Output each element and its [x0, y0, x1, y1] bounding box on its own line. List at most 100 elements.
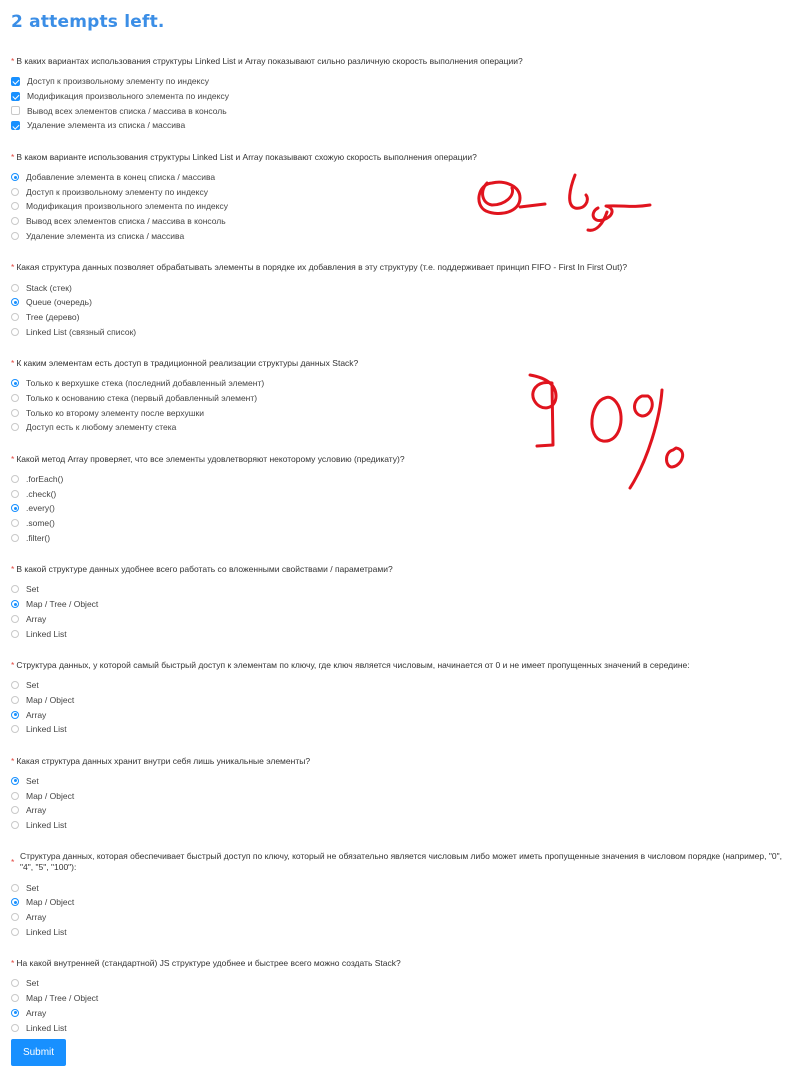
radio-button[interactable] — [11, 725, 19, 734]
checkbox[interactable] — [11, 91, 20, 101]
option-label: Вывод всех элементов списка / массива в … — [26, 216, 226, 227]
radio-button[interactable] — [11, 408, 19, 417]
radio-button[interactable] — [11, 231, 19, 240]
radio-option[interactable]: Array — [11, 910, 787, 925]
radio-option[interactable]: .filter() — [11, 530, 787, 545]
radio-button[interactable] — [11, 883, 19, 892]
radio-option[interactable]: Set — [11, 678, 787, 693]
question-text: Какая структура данных позволяет обрабат… — [16, 262, 628, 273]
radio-button[interactable] — [11, 791, 19, 800]
radio-option[interactable]: Доступ к произвольному элементу по индек… — [11, 184, 787, 199]
radio-option[interactable]: Только ко второму элементу после верхушк… — [11, 405, 787, 420]
option-label: Только к основанию стека (первый добавле… — [26, 392, 258, 403]
radio-option[interactable]: Array — [11, 1006, 787, 1021]
radio-option[interactable]: .every() — [11, 501, 787, 516]
radio-button[interactable] — [11, 475, 19, 484]
radio-option[interactable]: Только к верхушке стека (последний добав… — [11, 376, 787, 391]
checkbox[interactable] — [11, 120, 20, 130]
radio-button[interactable] — [11, 217, 19, 226]
radio-option[interactable]: Linked List — [11, 626, 787, 641]
radio-button[interactable] — [11, 283, 19, 292]
radio-button[interactable] — [11, 504, 19, 513]
radio-button[interactable] — [11, 979, 19, 988]
radio-button[interactable] — [11, 1008, 19, 1017]
radio-option[interactable]: Доступ есть к любому элементу стека — [11, 420, 787, 435]
radio-option[interactable]: Map / Object — [11, 895, 787, 910]
radio-button[interactable] — [11, 489, 19, 498]
option-label: Map / Tree / Object — [26, 993, 99, 1004]
radio-button[interactable] — [11, 533, 19, 542]
radio-button[interactable] — [11, 585, 19, 594]
radio-button[interactable] — [11, 202, 19, 211]
radio-option[interactable]: Map / Tree / Object — [11, 597, 787, 612]
option-label: Tree (дерево) — [26, 311, 80, 322]
radio-button[interactable] — [11, 994, 19, 1003]
radio-button[interactable] — [11, 927, 19, 936]
radio-option[interactable]: .forEach() — [11, 472, 787, 487]
radio-button[interactable] — [11, 173, 19, 182]
radio-button[interactable] — [11, 600, 19, 609]
radio-button[interactable] — [11, 187, 19, 196]
radio-option[interactable]: Array — [11, 707, 787, 722]
radio-option[interactable]: Map / Tree / Object — [11, 991, 787, 1006]
radio-option[interactable]: Array — [11, 612, 787, 627]
submit-button[interactable]: Submit — [11, 1039, 66, 1066]
radio-button[interactable] — [11, 913, 19, 922]
radio-option[interactable]: Модификация произвольного элемента по ин… — [11, 199, 787, 214]
radio-button[interactable] — [11, 681, 19, 690]
radio-option[interactable]: Queue (очередь) — [11, 295, 787, 310]
radio-button[interactable] — [11, 898, 19, 907]
checkbox-option[interactable]: Модификация произвольного элемента по ин… — [11, 89, 787, 104]
radio-button[interactable] — [11, 327, 19, 336]
radio-button[interactable] — [11, 821, 19, 830]
radio-option[interactable]: Удаление элемента из списка / массива — [11, 229, 787, 244]
radio-button[interactable] — [11, 710, 19, 719]
question-block: * Структура данных, которая обеспечивает … — [11, 851, 787, 939]
radio-button[interactable] — [11, 519, 19, 528]
checkbox-option[interactable]: Доступ к произвольному элементу по индек… — [11, 74, 787, 89]
option-label: Array — [26, 912, 47, 923]
radio-option[interactable]: .check() — [11, 486, 787, 501]
radio-button[interactable] — [11, 629, 19, 638]
radio-option[interactable]: Set — [11, 582, 787, 597]
radio-button[interactable] — [11, 614, 19, 623]
radio-option[interactable]: Set — [11, 774, 787, 789]
question-block: * К каким элементам есть доступ в традици… — [11, 358, 787, 435]
question-title: * Структура данных, которая обеспечивает … — [11, 851, 787, 873]
radio-option[interactable]: Только к основанию стека (первый добавле… — [11, 391, 787, 406]
radio-button[interactable] — [11, 1023, 19, 1032]
radio-option[interactable]: Tree (дерево) — [11, 310, 787, 325]
option-label: Модификация произвольного элемента по ин… — [27, 91, 229, 102]
radio-button[interactable] — [11, 312, 19, 321]
checkbox-option[interactable]: Удаление элемента из списка / массива — [11, 118, 787, 133]
radio-option[interactable]: .some() — [11, 516, 787, 531]
required-asterisk: * — [11, 857, 15, 868]
option-label: Доступ к произвольному элементу по индек… — [26, 186, 208, 197]
checkbox-option[interactable]: Вывод всех элементов списка / массива в … — [11, 103, 787, 118]
radio-option[interactable]: Linked List — [11, 722, 787, 737]
radio-option[interactable]: Linked List — [11, 1020, 787, 1035]
radio-button[interactable] — [11, 423, 19, 432]
option-label: Array — [26, 709, 47, 720]
radio-button[interactable] — [11, 695, 19, 704]
question-block: * Какая структура данных позволяет обраба… — [11, 262, 787, 339]
radio-option[interactable]: Stack (стек) — [11, 280, 787, 295]
option-label: Доступ есть к любому элементу стека — [26, 422, 177, 433]
checkbox[interactable] — [11, 106, 20, 116]
radio-button[interactable] — [11, 393, 19, 402]
radio-option[interactable]: Set — [11, 880, 787, 895]
radio-option[interactable]: Map / Object — [11, 788, 787, 803]
radio-option[interactable]: Linked List (связный список) — [11, 324, 787, 339]
radio-button[interactable] — [11, 379, 19, 388]
radio-button[interactable] — [11, 776, 19, 785]
checkbox[interactable] — [11, 76, 20, 86]
radio-button[interactable] — [11, 806, 19, 815]
radio-option[interactable]: Linked List — [11, 818, 787, 833]
radio-option[interactable]: Set — [11, 976, 787, 991]
radio-option[interactable]: Map / Object — [11, 693, 787, 708]
radio-option[interactable]: Добавление элемента в конец списка / мас… — [11, 170, 787, 185]
radio-button[interactable] — [11, 298, 19, 307]
radio-option[interactable]: Array — [11, 803, 787, 818]
radio-option[interactable]: Linked List — [11, 924, 787, 939]
radio-option[interactable]: Вывод всех элементов списка / массива в … — [11, 214, 787, 229]
